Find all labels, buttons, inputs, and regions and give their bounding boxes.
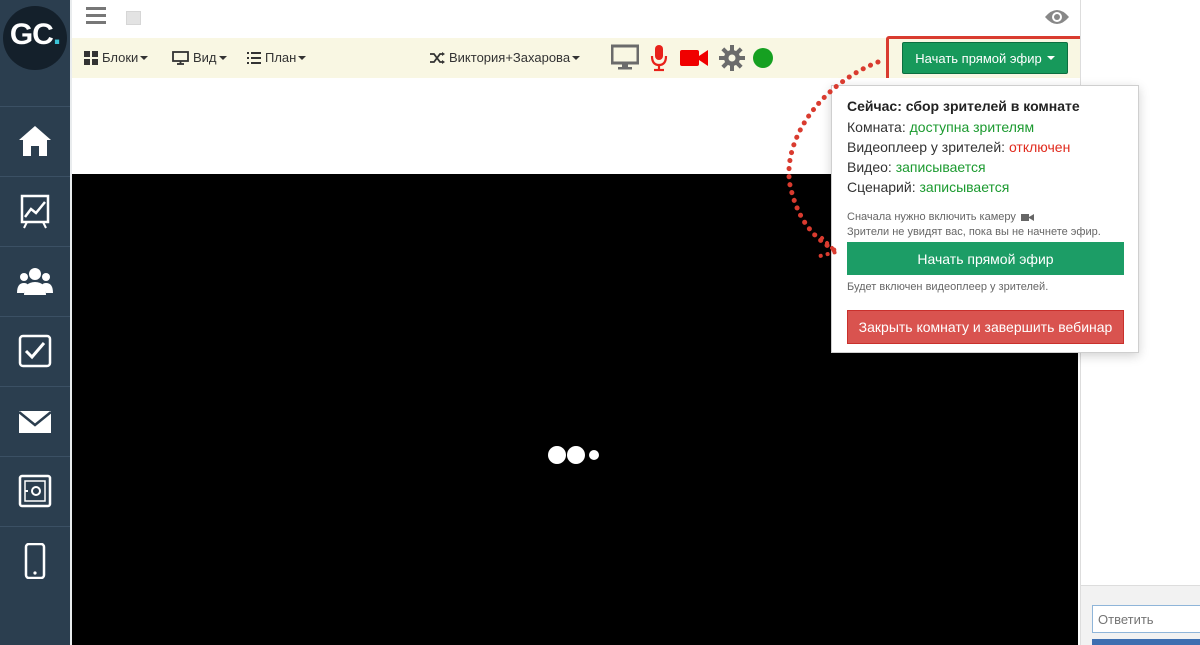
mail-icon xyxy=(18,411,52,433)
sidebar-item-mobile[interactable] xyxy=(0,526,70,595)
chevron-down-icon xyxy=(1046,56,1055,60)
chevron-down-icon xyxy=(572,55,581,60)
room-status-label: Комната: xyxy=(847,119,906,135)
start-live-button[interactable]: Начать прямой эфир xyxy=(847,242,1124,275)
loading-indicator xyxy=(548,446,599,464)
microphone-icon[interactable] xyxy=(650,44,668,72)
room-status-value: доступна зрителям xyxy=(909,119,1035,135)
video-status-label: Видео: xyxy=(847,159,892,175)
eye-icon[interactable] xyxy=(1044,7,1070,27)
popup-title: Сейчас: сбор зрителей в комнате xyxy=(847,98,1080,114)
presentation-chart-icon xyxy=(20,194,50,229)
blocks-label: Блоки xyxy=(102,50,139,65)
mobile-icon xyxy=(24,543,46,579)
list-icon xyxy=(247,51,261,64)
grid-icon xyxy=(84,50,98,65)
left-sidebar: GC. xyxy=(0,0,70,645)
player-status-value: отключен xyxy=(1008,139,1071,155)
player-hint: Будет включен видеоплеер у зрителей. xyxy=(847,281,1049,293)
screen-share-icon[interactable] xyxy=(611,44,639,70)
chevron-down-icon xyxy=(140,55,149,60)
connection-status-indicator xyxy=(753,48,773,68)
reply-send-button[interactable] xyxy=(1092,639,1200,645)
start-live-label: Начать прямой эфир xyxy=(915,50,1042,66)
chevron-down-icon xyxy=(298,55,307,60)
script-status-value: записывается xyxy=(919,179,1010,195)
view-label: Вид xyxy=(193,50,217,65)
logo[interactable]: GC. xyxy=(0,0,70,76)
shuffle-icon xyxy=(430,51,445,64)
script-status-row: Сценарий: записывается xyxy=(847,179,1009,195)
view-dropdown[interactable]: Вид xyxy=(172,50,227,65)
player-status-label: Видеоплеер у зрителей: xyxy=(847,139,1006,155)
sidebar-item-home[interactable] xyxy=(0,106,70,175)
top-bar xyxy=(72,0,1080,38)
users-icon xyxy=(17,268,53,295)
scenario-label: Виктория+Захарова xyxy=(449,50,571,65)
video-camera-icon xyxy=(1020,213,1034,221)
scenario-dropdown[interactable]: Виктория+Захарова xyxy=(430,50,581,65)
gear-icon[interactable] xyxy=(719,44,745,72)
monitor-icon xyxy=(172,50,189,65)
player-status-row: Видеоплеер у зрителей: отключен xyxy=(847,139,1070,155)
sidebar-item-safe[interactable] xyxy=(0,456,70,525)
sidebar-item-tasks[interactable] xyxy=(0,316,70,385)
sidebar-item-messages[interactable] xyxy=(0,386,70,455)
checkbox-icon xyxy=(18,334,52,368)
viewers-hint: Зрители не увидят вас, пока вы не начнет… xyxy=(847,226,1101,238)
camera-hint: Сначала нужно включить камеру xyxy=(847,211,1034,223)
reply-input[interactable] xyxy=(1092,605,1200,633)
chevron-down-icon xyxy=(218,55,227,60)
video-camera-icon[interactable] xyxy=(679,44,709,72)
blocks-dropdown[interactable]: Блоки xyxy=(84,50,149,65)
video-status-row: Видео: записывается xyxy=(847,159,986,175)
safe-icon xyxy=(18,474,52,508)
panel-toggle-icon[interactable] xyxy=(126,11,141,25)
home-icon xyxy=(19,126,51,156)
video-status-value: записывается xyxy=(895,159,986,175)
script-status-label: Сценарий: xyxy=(847,179,916,195)
sidebar-item-presentations[interactable] xyxy=(0,176,70,245)
plan-label: План xyxy=(265,50,297,65)
close-room-button[interactable]: Закрыть комнату и завершить вебинар xyxy=(847,310,1124,344)
hamburger-menu-icon[interactable] xyxy=(86,7,106,25)
plan-dropdown[interactable]: План xyxy=(247,50,307,65)
live-status-popup: Сейчас: сбор зрителей в комнате Комната:… xyxy=(831,85,1139,353)
room-status-row: Комната: доступна зрителям xyxy=(847,119,1034,135)
start-live-dropdown-button[interactable]: Начать прямой эфир xyxy=(902,42,1068,74)
chat-input-area xyxy=(1081,585,1200,645)
sidebar-item-users[interactable] xyxy=(0,246,70,315)
logo-text: GC. xyxy=(9,18,61,51)
